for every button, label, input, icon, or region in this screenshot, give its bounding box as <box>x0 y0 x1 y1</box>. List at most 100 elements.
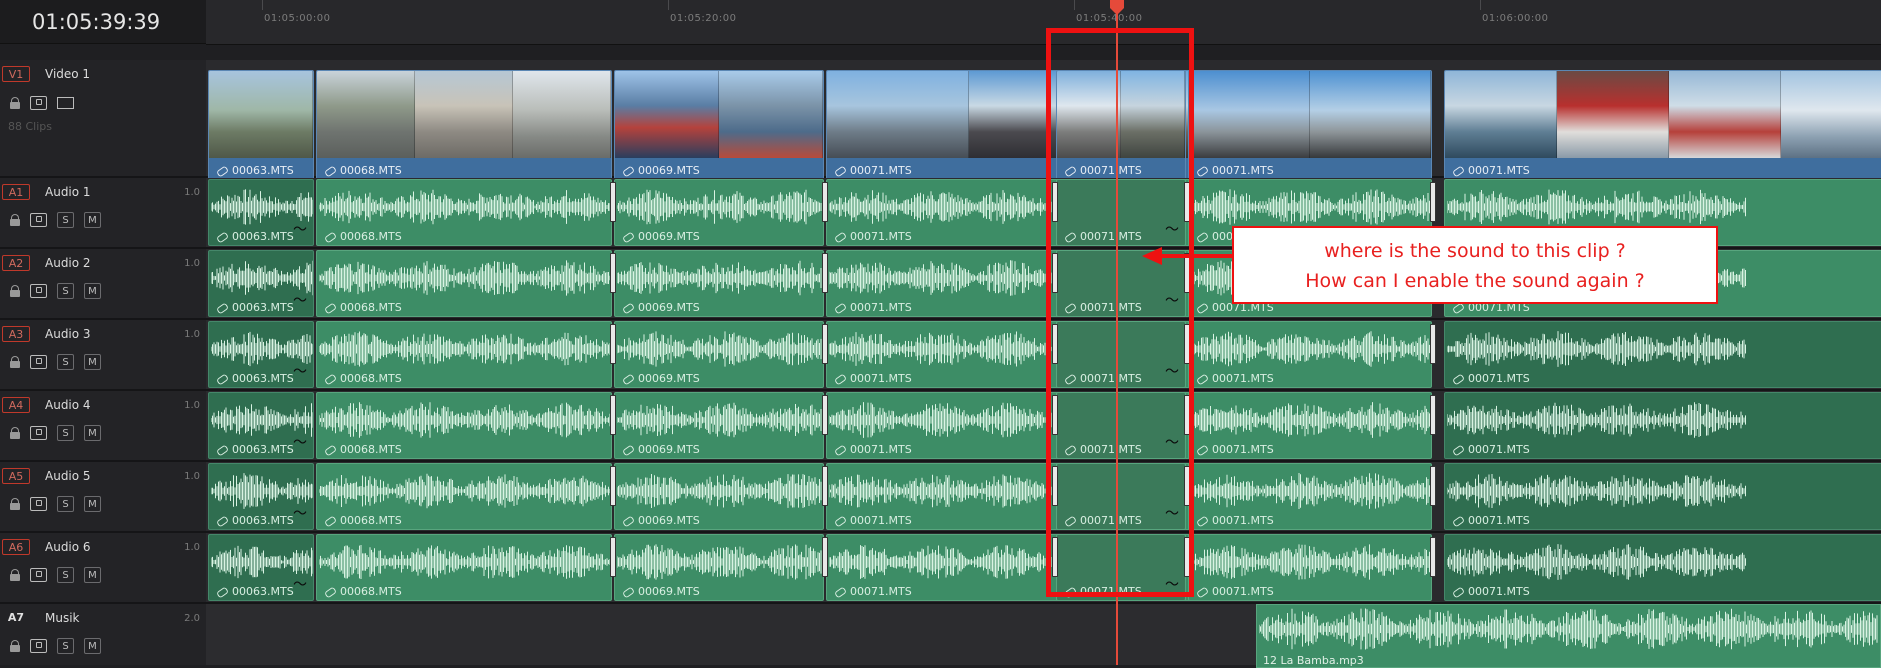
audio-clip[interactable]: 00069.MTS <box>614 250 824 317</box>
audio-clip[interactable]: 00071.MTS <box>1444 463 1881 530</box>
audio-clip[interactable]: 00069.MTS <box>614 179 824 246</box>
mute-button[interactable]: M <box>84 638 101 654</box>
auto-track-select-icon[interactable] <box>30 568 47 582</box>
track-badge[interactable]: A5 <box>2 468 30 484</box>
audio-clip[interactable]: 00068.MTS <box>316 179 612 246</box>
mute-button[interactable]: M <box>84 283 101 299</box>
audio-clip[interactable]: 00071.MTS <box>1188 321 1432 388</box>
lock-icon[interactable] <box>10 569 20 581</box>
audio-lane-3[interactable]: 00063.MTS 〜 00068.MTS 00069.MTS 00071.MTS… <box>206 320 1881 391</box>
lock-icon[interactable] <box>10 214 20 226</box>
track-badge[interactable]: A2 <box>2 255 30 271</box>
solo-button[interactable]: S <box>57 283 74 299</box>
video-lane[interactable]: 00063.MTS 00068.MTS 00069.MTS 00071.MTS … <box>206 60 1881 180</box>
lock-icon[interactable] <box>10 640 20 652</box>
fade-curve-icon[interactable]: 〜 <box>293 503 307 523</box>
fade-curve-icon[interactable]: 〜 <box>293 432 307 452</box>
clip-edit-handle[interactable] <box>1430 324 1436 364</box>
track-badge[interactable]: A4 <box>2 397 30 413</box>
auto-track-select-icon[interactable] <box>30 639 47 653</box>
video-clip[interactable]: 00071.MTS <box>1188 70 1432 180</box>
audio-lane-5[interactable]: 00063.MTS 〜 00068.MTS 00069.MTS 00071.MTS… <box>206 462 1881 533</box>
audio-clip[interactable]: 00071.MTS <box>1188 463 1432 530</box>
audio-clip[interactable]: 00069.MTS <box>614 534 824 601</box>
mute-button[interactable]: M <box>84 567 101 583</box>
clip-edit-handle[interactable] <box>1430 182 1436 222</box>
solo-button[interactable]: S <box>57 496 74 512</box>
audio-clip[interactable]: 00071.MTS <box>1444 392 1881 459</box>
mute-button[interactable]: M <box>84 354 101 370</box>
track-badge[interactable]: A6 <box>2 539 30 555</box>
clip-edit-handle[interactable] <box>610 182 616 222</box>
clip-edit-handle[interactable] <box>822 466 828 506</box>
clip-edit-handle[interactable] <box>822 395 828 435</box>
audio-lane-4[interactable]: 00063.MTS 〜 00068.MTS 00069.MTS 00071.MTS… <box>206 391 1881 462</box>
clip-edit-handle[interactable] <box>822 324 828 364</box>
track-badge[interactable]: A3 <box>2 326 30 342</box>
track-badge[interactable]: V1 <box>2 66 30 82</box>
audio-clip[interactable]: 00063.MTS 〜 <box>208 392 314 459</box>
auto-track-select-icon[interactable] <box>30 96 47 110</box>
clip-edit-handle[interactable] <box>1430 537 1436 577</box>
clip-edit-handle[interactable] <box>822 253 828 293</box>
video-clip[interactable]: 00068.MTS <box>316 70 612 180</box>
audio-clip[interactable]: 00068.MTS <box>316 534 612 601</box>
fade-curve-icon[interactable]: 〜 <box>293 361 307 381</box>
lock-icon[interactable] <box>10 356 20 368</box>
solo-button[interactable]: S <box>57 354 74 370</box>
lock-icon[interactable] <box>10 498 20 510</box>
audio-clip[interactable]: 00068.MTS <box>316 250 612 317</box>
timeline-ruler[interactable]: 01:05:00:00 01:05:20:00 01:05:40:00 01:0… <box>206 0 1881 45</box>
audio-lane-6[interactable]: 00063.MTS 〜 00068.MTS 00069.MTS 00071.MTS… <box>206 533 1881 604</box>
audio-clip[interactable]: 00063.MTS 〜 <box>208 463 314 530</box>
audio-clip[interactable]: 00071.MTS <box>1444 534 1881 601</box>
audio-clip[interactable]: 00063.MTS 〜 <box>208 534 314 601</box>
solo-button[interactable]: S <box>57 212 74 228</box>
lock-icon[interactable] <box>10 97 20 109</box>
disable-video-track-icon[interactable] <box>57 97 74 109</box>
auto-track-select-icon[interactable] <box>30 284 47 298</box>
auto-track-select-icon[interactable] <box>30 497 47 511</box>
solo-button[interactable]: S <box>57 425 74 441</box>
auto-track-select-icon[interactable] <box>30 213 47 227</box>
clip-edit-handle[interactable] <box>822 182 828 222</box>
mute-button[interactable]: M <box>84 212 101 228</box>
audio-clip[interactable]: 00071.MTS <box>1444 321 1881 388</box>
clip-edit-handle[interactable] <box>610 466 616 506</box>
fade-curve-icon[interactable]: 〜 <box>293 219 307 239</box>
clip-edit-handle[interactable] <box>610 395 616 435</box>
audio-clip[interactable]: 00071.MTS <box>1188 534 1432 601</box>
auto-track-select-icon[interactable] <box>30 355 47 369</box>
music-lane[interactable]: 12 La Bamba.mp3 <box>206 604 1881 668</box>
audio-clip[interactable]: 00071.MTS <box>1188 392 1432 459</box>
audio-clip[interactable]: 00063.MTS 〜 <box>208 179 314 246</box>
clip-edit-handle[interactable] <box>610 253 616 293</box>
video-clip[interactable]: 00071.MTS <box>1444 70 1881 180</box>
mute-button[interactable]: M <box>84 425 101 441</box>
lock-icon[interactable] <box>10 285 20 297</box>
audio-clip[interactable]: 00063.MTS 〜 <box>208 321 314 388</box>
solo-button[interactable]: S <box>57 638 74 654</box>
track-badge[interactable]: A7 <box>2 610 30 626</box>
track-badge[interactable]: A1 <box>2 184 30 200</box>
auto-track-select-icon[interactable] <box>30 426 47 440</box>
audio-clip[interactable]: 00068.MTS <box>316 463 612 530</box>
audio-clip[interactable]: 00068.MTS <box>316 392 612 459</box>
audio-clip[interactable]: 00069.MTS <box>614 392 824 459</box>
clip-edit-handle[interactable] <box>610 324 616 364</box>
video-clip[interactable]: 00063.MTS <box>208 70 314 180</box>
video-clip[interactable]: 00069.MTS <box>614 70 824 180</box>
fade-curve-icon[interactable]: 〜 <box>293 574 307 594</box>
playhead-marker-icon[interactable] <box>1108 0 1126 16</box>
mute-button[interactable]: M <box>84 496 101 512</box>
clip-edit-handle[interactable] <box>1430 395 1436 435</box>
solo-button[interactable]: S <box>57 567 74 583</box>
music-clip[interactable]: 12 La Bamba.mp3 <box>1256 604 1881 668</box>
fade-curve-icon[interactable]: 〜 <box>293 290 307 310</box>
clip-edit-handle[interactable] <box>610 537 616 577</box>
clip-edit-handle[interactable] <box>1430 466 1436 506</box>
clip-edit-handle[interactable] <box>822 537 828 577</box>
audio-clip[interactable]: 00063.MTS 〜 <box>208 250 314 317</box>
audio-clip[interactable]: 00068.MTS <box>316 321 612 388</box>
lock-icon[interactable] <box>10 427 20 439</box>
